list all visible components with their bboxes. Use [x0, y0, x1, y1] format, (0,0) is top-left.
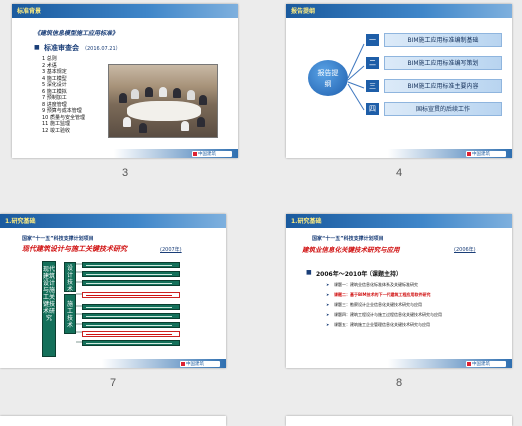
slide-thumbnail-partial[interactable] [286, 416, 512, 426]
outline-item[interactable]: BIM施工应用标准编写策划 [384, 56, 502, 70]
arrow-bullet-icon: ➤ [326, 322, 330, 327]
company-logo: 中国建筑 [180, 361, 220, 367]
slide-number: 8 [395, 377, 403, 389]
outline-item[interactable]: 国标宣贯的后续工作 [384, 102, 502, 116]
outline-index: 四 [366, 103, 379, 115]
topic-item: 课题四：建筑工程设计与施工过程信息化关键技术研究与应用 [334, 312, 442, 317]
slide-footer: 中国建筑 [0, 359, 226, 368]
bracket-lines [76, 263, 82, 343]
company-logo: 中国建筑 [466, 361, 506, 367]
year-tag: (2007年) [160, 247, 182, 253]
meeting-date: （2016.07.21） [82, 46, 121, 52]
slide-number: 7 [109, 377, 117, 389]
slide-header-text: 1.研究基础 [5, 218, 36, 225]
research-row [82, 322, 180, 328]
slide-header-bar: 标准背景 [12, 4, 238, 18]
slide-footer: 中国建筑 [286, 359, 512, 368]
chapter-list: 1 总则 2 术语 3 基本规定 4 施工模型 5 深化设计 6 施工模拟 7 … [42, 56, 85, 134]
period-label: 2006年～2010年 [316, 271, 368, 278]
slide-thumbnail-partial[interactable] [0, 416, 226, 426]
topic-item: 课题一：建筑业信息化标准体系及关键标准研究 [334, 282, 418, 287]
research-row [82, 262, 180, 268]
outline-index: 一 [366, 34, 379, 46]
slide-title: 《建筑信息模型施工应用标准》 [34, 30, 119, 37]
slide-title: 现代建筑设计与施工关键技术研究 [22, 245, 127, 253]
slide-header-bar: 报告提纲 [286, 4, 512, 18]
outline-item[interactable]: BIM施工应用标准主要内容 [384, 79, 502, 93]
outline-item[interactable]: BIM施工应用标准编制基础 [384, 33, 502, 47]
outline-index: 二 [366, 57, 379, 69]
slide-number: 4 [395, 167, 403, 179]
research-root-box: 现代建筑设计与施工关键技术研究 [42, 261, 56, 357]
lead-role: （课题主持） [366, 271, 403, 278]
arrow-bullet-icon: ➤ [326, 312, 330, 317]
slide-title: 建筑业信息化关键技术研究与应用 [302, 246, 400, 254]
project-note: 国家“十一五”科技支撑计划项目 [22, 236, 94, 242]
slide-number: 3 [121, 167, 129, 179]
slide-header-bar: 1.研究基础 [286, 214, 512, 228]
research-row-highlight [82, 292, 180, 298]
slide-header-text: 标准背景 [17, 8, 42, 15]
slide-thumbnail-4[interactable]: 报告提纲 报告提纲 一 BIM施工应用标准编制基础 二 BIM施工应用标准编写策… [286, 4, 512, 158]
slide-header-text: 报告提纲 [291, 8, 316, 15]
bullet-icon: ■ [34, 44, 40, 51]
outline-index: 三 [366, 80, 379, 92]
research-row [82, 271, 180, 277]
research-row [82, 280, 180, 286]
list-item: 12 竣工验收 [42, 127, 70, 134]
arrow-bullet-icon: ➤ [326, 282, 330, 287]
slide-header-text: 1.研究基础 [291, 218, 322, 225]
slide-footer: 中国建筑 [12, 149, 238, 158]
year-tag: (2006年) [454, 247, 476, 253]
arrow-bullet-icon: ➤ [326, 302, 330, 307]
company-logo: 中国建筑 [466, 151, 506, 157]
research-row [82, 304, 180, 310]
project-note: 国家“十一五”科技支撑计划项目 [312, 236, 384, 242]
research-row [82, 313, 180, 319]
topic-item: 课题三：勘察设计企业信息化关键技术研究与应用 [334, 302, 422, 307]
slide-footer: 中国建筑 [286, 149, 512, 158]
list-item: 9 预算与成本管理 [42, 108, 82, 114]
slide-thumbnail-8[interactable]: 1.研究基础 国家“十一五”科技支撑计划项目 建筑业信息化关键技术研究与应用 (… [286, 214, 512, 368]
slide-subtitle: 标准审查会 [44, 44, 79, 52]
company-logo: 中国建筑 [192, 151, 232, 157]
bullet-icon: ■ [306, 269, 312, 276]
topic-item: 课题五：建筑施工企业管理信息化关键技术研究与应用 [334, 322, 430, 327]
research-row-highlight [82, 331, 180, 337]
meeting-photo [108, 64, 218, 138]
research-row [82, 340, 180, 346]
topic-item-highlight: 课题二：基于BIM技术的下一代建筑工程应用软件研究 [334, 292, 431, 297]
slide-header-bar: 1.研究基础 [0, 214, 226, 228]
arrow-bullet-icon: ➤ [326, 292, 330, 297]
slide-thumbnail-7[interactable]: 1.研究基础 国家“十一五”科技支撑计划项目 现代建筑设计与施工关键技术研究 (… [0, 214, 226, 368]
outline-badge: 报告提纲 [308, 60, 348, 96]
slide-thumbnail-3[interactable]: 标准背景 《建筑信息模型施工应用标准》 ■ 标准审查会 （2016.07.21）… [12, 4, 238, 158]
